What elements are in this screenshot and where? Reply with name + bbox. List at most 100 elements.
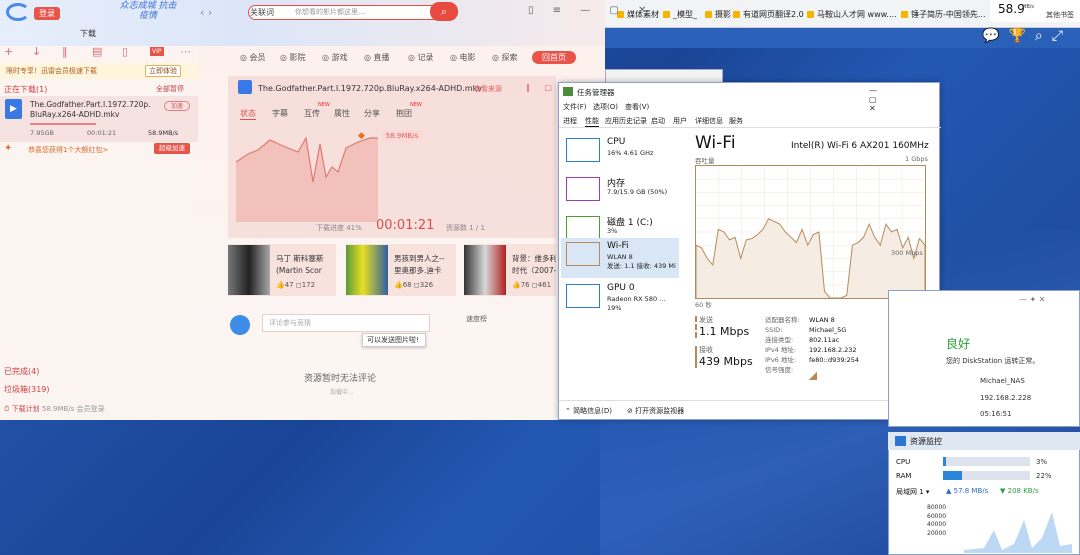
rec-stats: 👍76 ◻461 [512,281,552,289]
chat-icon[interactable]: 💬 [982,28,1008,44]
tm-resource-list: CPU 16% 4.61 GHz 内存 7.9/15.9 GB (50%) 磁盘… [559,128,681,398]
window-controls[interactable]: ▯ ≡ — ▢ ✕ [528,5,654,16]
download-plan[interactable]: ⏱ 下载计划 58.9MB/s 会员登录 [4,404,105,414]
rm-y-tick: 40000 [927,521,947,528]
poster-image [464,245,506,295]
search-category[interactable]: 关联词 [250,7,274,18]
open-resource-monitor-link[interactable]: ⊘ 打开资源监视器 [627,406,684,416]
tab-details[interactable]: 详细信息 [695,116,723,126]
accelerate-button[interactable]: 加速 [164,101,190,111]
rm-graph-axis: 80000 60000 40000 20000 [927,504,946,538]
recv-legend-bar [695,346,697,368]
tab-explore[interactable]: ◎ 探索 [492,52,518,63]
resource-memory[interactable]: 内存 7.9/15.9 GB (50%) [563,173,679,211]
recommendation-card[interactable]: 背景：维多利 时代（2007-- 👍76 ◻461 [464,244,556,296]
resource-sub: 7.9/15.9 GB (50%) [607,188,668,196]
bookmark-item[interactable]: _模型_ [663,9,697,20]
tab-performance[interactable]: 性能 [585,116,599,127]
rec-subtitle: (Martin Scor [276,266,322,275]
phone-icon[interactable]: ▯ [122,45,128,58]
send-label: 发送 [699,316,713,324]
other-bookmarks[interactable]: 其他书签 [1046,10,1074,20]
rec-title: 男孩到男人之-- [394,254,445,263]
download-task[interactable]: ▶ The.Godfather.Part.I.1972.720p.BluRay.… [0,96,198,142]
prop-row: IPv4 地址: 192.168.2.232 [765,346,857,354]
tab-services[interactable]: 服务 [729,116,743,126]
home-button[interactable]: 回首页 [532,51,576,64]
add-icon[interactable]: + [4,45,13,58]
search-button[interactable]: ⌕ [430,2,458,21]
view-source-link[interactable]: 查看来源 [474,84,502,94]
tab-startup[interactable]: 启动 [651,116,665,126]
popup-controls[interactable]: — ✦ ✕ [1019,295,1046,304]
fewer-details-button[interactable]: ⌃ 简略信息(D) [565,406,612,416]
downloading-header[interactable]: 正在下载(1) [4,84,47,95]
pause-icon[interactable]: ‖ [62,45,68,58]
recommendation-card[interactable]: 男孩到男人之-- 里奥那多.迪卡 👍68 ◻326 [346,244,456,296]
tm-footer: ⌃ 简略信息(D) ⊘ 打开资源监视器 [559,400,941,420]
promo-button[interactable]: 立即体验 [145,65,181,77]
trash-header[interactable]: 垃圾箱(319) [4,384,50,395]
more-icon[interactable]: ⋯ [180,45,191,58]
download-toolbar: + ↓ ‖ ▤ ▯ VIP ⋯ [0,45,198,60]
pause-all-button[interactable]: 全部暂停 [156,84,184,94]
health-message: 您的 DiskStation 运转正常。 [946,357,1040,365]
tab-subtitles[interactable]: 字幕 [272,108,288,119]
search-icon[interactable]: ⌕ [1035,28,1052,44]
trophy-icon[interactable]: 🏆 [1008,28,1034,44]
rm-y-tick: 80000 [927,504,947,511]
bookmark-item[interactable]: 马鞍山人才网 www.... [807,9,897,20]
tab-vip[interactable]: ◎ 会员 [240,52,266,63]
delete-icon[interactable]: ▤ [92,45,102,58]
resource-sub: 3% [607,227,618,235]
resource-gpu[interactable]: GPU 0 Radeon RX 580 ... 19% [563,280,679,318]
task-elapsed: 00:01:21 [87,129,117,137]
nav-back-forward[interactable]: ‹ › [200,6,212,19]
download-icon[interactable]: ↓ [32,45,41,58]
tab-processes[interactable]: 进程 [563,116,577,126]
bookmark-item[interactable]: 锤子简历-中国领先... [901,9,986,20]
resource-wifi[interactable]: Wi-Fi WLAN 8 发送: 1.1 接收: 439 Mi [561,238,679,278]
tab-live[interactable]: ◎ 直播 [364,52,390,63]
tab-users[interactable]: 用户 [673,116,687,126]
resource-cpu[interactable]: CPU 16% 4.61 GHz [563,134,679,172]
bookmark-item[interactable]: 摄影 [705,9,731,20]
poster-image [228,245,270,295]
tab-app-history[interactable]: 应用历史记录 [605,116,647,126]
tab-group[interactable]: 抱团 NEW [396,102,422,119]
net-speed-unit: MB/s [1022,4,1035,10]
login-button[interactable]: 登录 [34,7,60,20]
tab-share[interactable]: 分享 [364,108,380,119]
send-value: 1.1 Mbps [699,325,750,338]
super-accel-button[interactable]: 超级加速 [154,143,190,154]
menu-file[interactable]: 文件(F) [563,102,587,112]
tab-transfer[interactable]: 互传 NEW [304,102,330,119]
tab-record[interactable]: ◎ 记录 [408,52,434,63]
speed-ranking-link[interactable]: 速度榜 [466,314,487,324]
wifi-heading: Wi-Fi [695,133,736,153]
poster-image [346,245,388,295]
menu-options[interactable]: 选项(O) [593,102,618,112]
tab-games[interactable]: ◎ 游戏 [322,52,348,63]
video-file-icon [238,80,252,94]
completed-header[interactable]: 已完成(4) [4,366,39,377]
tab-cinema[interactable]: ◎ 影院 [280,52,306,63]
bookmark-item[interactable]: 有道网页翻译2.0 [733,9,804,20]
tab-status[interactable]: 状态 [240,108,256,120]
rm-graph-fill [964,512,1072,553]
rm-cpu-label: CPU [896,458,911,466]
rm-ram-value: 22% [1036,472,1052,480]
rm-lan-select[interactable]: 局域网 1 ▾ [896,487,929,497]
menu-view[interactable]: 查看(V) [625,102,649,112]
recommendation-card[interactable]: 马丁 斯科塞斯 (Martin Scor 👍47 ◻172 [228,244,336,296]
expand-icon[interactable]: ⤢ [1052,28,1072,44]
tab-properties[interactable]: 属性 [334,108,350,119]
tm-window-controls[interactable]: — ▢ ✕ [869,86,939,113]
tab-movies[interactable]: ◎ 电影 [450,52,476,63]
comment-input[interactable]: 评论参与竞猜 [262,314,430,332]
wifi-mini-graph [566,242,600,266]
task-size: 7.95GB [30,129,54,137]
vip-icon[interactable]: VIP [150,47,164,56]
gift-text[interactable]: 恭喜您获得1个大额红包> [28,145,108,155]
panel-filename: The.Godfather.Part.I.1972.720p.BluRay.x2… [258,84,482,93]
